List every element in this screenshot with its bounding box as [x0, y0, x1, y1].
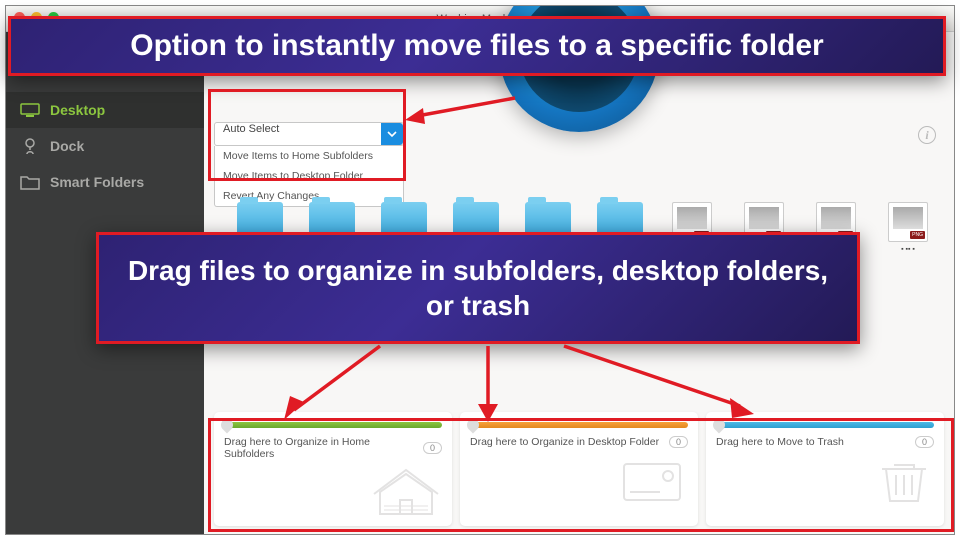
- sidebar-item-label: Smart Folders: [50, 174, 144, 190]
- sidebar-item-dock[interactable]: Dock: [6, 128, 204, 164]
- sidebar-item-label: Dock: [50, 138, 84, 154]
- png-file-icon: [888, 202, 928, 242]
- sidebar-item-desktop[interactable]: Desktop: [6, 92, 204, 128]
- annotation-text: Drag files to organize in subfolders, de…: [125, 253, 831, 323]
- smart-folders-icon: [20, 174, 40, 190]
- highlight-zones: [208, 418, 954, 532]
- annotation-mid: Drag files to organize in subfolders, de…: [96, 232, 860, 344]
- desktop-icon: [20, 102, 40, 118]
- info-icon[interactable]: i: [918, 126, 936, 144]
- dock-icon: [20, 138, 40, 154]
- file-item[interactable]: ▪ ▪▪ ▪: [882, 202, 934, 254]
- annotation-top: Option to instantly move files to a spec…: [8, 16, 946, 76]
- sidebar-item-smart-folders[interactable]: Smart Folders: [6, 164, 204, 200]
- sidebar-item-label: Desktop: [50, 102, 105, 118]
- highlight-dropdown: [208, 89, 406, 181]
- annotation-text: Option to instantly move files to a spec…: [130, 29, 823, 63]
- file-label: ▪ ▪▪ ▪: [882, 246, 934, 254]
